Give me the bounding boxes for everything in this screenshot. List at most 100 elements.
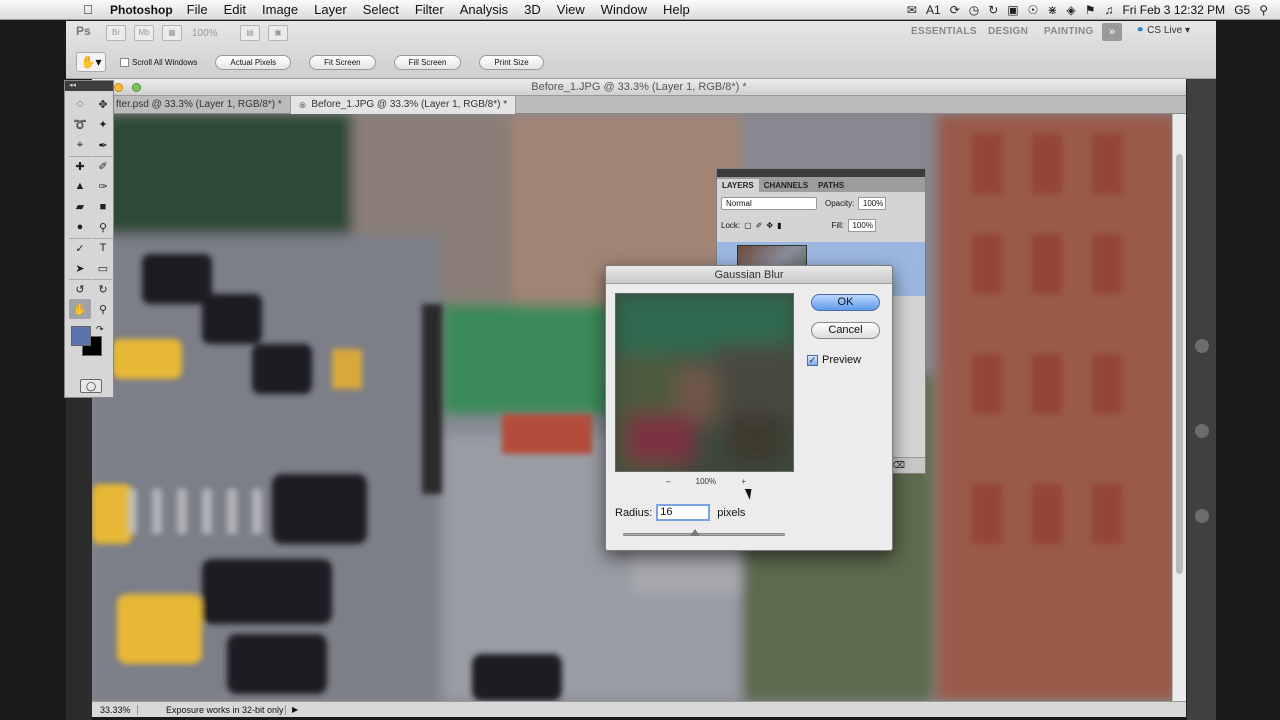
blur-preview[interactable] xyxy=(615,293,794,472)
lock-pixels-icon[interactable]: ✐ xyxy=(756,221,763,230)
fill-screen-button[interactable]: Fill Screen xyxy=(393,54,462,70)
cancel-button[interactable]: Cancel xyxy=(811,322,880,339)
menu-select[interactable]: Select xyxy=(355,2,407,17)
eyedropper-tool-icon[interactable]: ✒ xyxy=(92,135,114,155)
menu-layer[interactable]: Layer xyxy=(306,2,355,17)
clock[interactable]: Fri Feb 3 12:32 PM xyxy=(1122,3,1225,17)
print-size-button[interactable]: Print Size xyxy=(479,54,544,70)
3d-rotate-tool-icon[interactable]: ↺ xyxy=(69,278,91,299)
type-tool-icon[interactable]: T xyxy=(92,237,114,258)
tab-after-psd[interactable]: fter.psd @ 33.3% (Layer 1, RGB/8*) * xyxy=(92,96,291,114)
panel-icon[interactable] xyxy=(1195,424,1209,438)
tools-panel-header[interactable]: ◂◂ xyxy=(65,81,113,91)
history-brush-tool-icon[interactable]: ✑ xyxy=(92,176,114,196)
menu-window[interactable]: Window xyxy=(593,2,655,17)
move-tool-icon[interactable]: ✥ xyxy=(92,94,114,114)
user-menu[interactable]: G5 xyxy=(1234,3,1250,17)
time-machine-icon[interactable]: ◷ xyxy=(969,3,979,17)
mini-bridge-button[interactable]: Mb xyxy=(134,25,154,41)
mail-icon[interactable]: ✉ xyxy=(907,3,917,17)
bluetooth-icon[interactable]: ⋇ xyxy=(1047,3,1057,17)
eraser-tool-icon[interactable]: ▰ xyxy=(69,197,91,217)
accessibility-icon[interactable]: ☉ xyxy=(1028,3,1039,17)
adobe-updater-icon[interactable]: A1 xyxy=(926,3,941,17)
zoom-level[interactable]: 100% xyxy=(192,28,232,39)
apple-menu-icon[interactable]:  xyxy=(78,2,98,17)
cs-live-menu[interactable]: ⚭ CS Live ▾ xyxy=(1136,25,1190,36)
scroll-all-windows-checkbox[interactable]: Scroll All Windows xyxy=(120,57,197,67)
tab-before-jpg[interactable]: ⊗ Before_1.JPG @ 33.3% (Layer 1, RGB/8*)… xyxy=(290,96,517,114)
fit-screen-button[interactable]: Fit Screen xyxy=(309,54,376,70)
clone-stamp-tool-icon[interactable]: ▲ xyxy=(69,176,91,196)
gradient-tool-icon[interactable]: ■ xyxy=(92,197,114,217)
actual-pixels-button[interactable]: Actual Pixels xyxy=(215,54,292,70)
zoom-tool-icon[interactable]: ⚲ xyxy=(92,299,114,319)
ok-button[interactable]: OK xyxy=(811,294,880,311)
blend-mode-select[interactable]: Normal xyxy=(721,196,817,210)
status-zoom[interactable]: 33.33% xyxy=(92,704,138,715)
scrollbar-thumb[interactable] xyxy=(1176,154,1183,574)
brush-tool-icon[interactable]: ✐ xyxy=(92,155,114,176)
sync-icon[interactable]: ⟳ xyxy=(950,3,960,17)
path-selection-tool-icon[interactable]: ➤ xyxy=(69,258,91,278)
tab-layers[interactable]: LAYERS xyxy=(717,179,759,192)
opacity-field[interactable]: 100% xyxy=(858,196,887,210)
workspace-design[interactable]: DESIGN xyxy=(988,26,1028,37)
radius-input[interactable]: 16 xyxy=(656,504,711,521)
flag-icon[interactable]: ⚑ xyxy=(1085,3,1096,17)
healing-brush-tool-icon[interactable]: ✚ xyxy=(69,155,91,176)
menu-image[interactable]: Image xyxy=(254,2,306,17)
fill-field[interactable]: 100% xyxy=(847,218,876,232)
tab-channels[interactable]: CHANNELS xyxy=(759,179,813,192)
zoom-button[interactable] xyxy=(132,83,141,92)
display-icon[interactable]: ▣ xyxy=(1007,3,1018,17)
foreground-color-swatch[interactable] xyxy=(71,325,91,346)
app-menu[interactable]: Photoshop xyxy=(110,3,173,17)
screen-mode-button[interactable]: ▣ xyxy=(268,25,288,41)
workspace-essentials[interactable]: ESSENTIALS xyxy=(911,26,977,37)
refresh-icon[interactable]: ↻ xyxy=(988,3,998,17)
shape-tool-icon[interactable]: ▭ xyxy=(92,258,114,278)
quick-selection-tool-icon[interactable]: ✦ xyxy=(92,115,114,135)
menu-edit[interactable]: Edit xyxy=(216,2,254,17)
bridge-button[interactable]: Br xyxy=(106,25,126,41)
lock-transparency-icon[interactable]: ▢ xyxy=(744,221,752,230)
menu-file[interactable]: File xyxy=(179,2,216,17)
panel-icon[interactable] xyxy=(1195,339,1209,353)
tool-preset-picker[interactable]: ✋▾ xyxy=(76,52,106,72)
spotlight-icon[interactable]: ⚲ xyxy=(1259,3,1268,17)
lasso-tool-icon[interactable]: ➰ xyxy=(69,115,91,135)
checkbox-box[interactable] xyxy=(120,57,129,67)
quick-mask-icon[interactable]: ◯ xyxy=(80,379,102,393)
blur-tool-icon[interactable]: ● xyxy=(69,217,91,237)
layers-panel-header[interactable] xyxy=(717,169,925,177)
radius-slider-thumb[interactable] xyxy=(690,529,700,536)
zoom-out-button[interactable]: – xyxy=(666,477,670,486)
minimize-button[interactable] xyxy=(114,83,123,92)
checkmark-icon[interactable]: ✓ xyxy=(807,354,818,366)
menu-view[interactable]: View xyxy=(549,2,593,17)
menu-analysis[interactable]: Analysis xyxy=(452,2,516,17)
close-tab-icon[interactable]: ⊗ xyxy=(299,96,307,114)
trash-icon[interactable]: ⌫ xyxy=(892,460,905,471)
menu-help[interactable]: Help xyxy=(655,2,698,17)
crop-tool-icon[interactable]: ⌖ xyxy=(69,135,91,155)
panel-icon[interactable] xyxy=(1195,509,1209,523)
workspace-painting[interactable]: PAINTING xyxy=(1044,26,1093,37)
lock-position-icon[interactable]: ✥ xyxy=(766,221,773,230)
menu-filter[interactable]: Filter xyxy=(407,2,452,17)
more-workspaces-button[interactable]: » xyxy=(1102,23,1122,41)
swap-colors-icon[interactable]: ↷ xyxy=(96,324,104,335)
arrange-documents-button[interactable]: ▤ xyxy=(240,25,260,41)
status-menu-arrow-icon[interactable]: ▶ xyxy=(286,705,298,714)
preview-checkbox[interactable]: ✓ Preview xyxy=(807,354,861,366)
pen-tool-icon[interactable]: ✓ xyxy=(69,237,91,258)
vertical-scrollbar[interactable] xyxy=(1172,114,1186,701)
dodge-tool-icon[interactable]: ⚲ xyxy=(92,217,114,237)
wifi-icon[interactable]: ◈ xyxy=(1066,3,1075,17)
radius-slider-track[interactable] xyxy=(623,533,785,536)
zoom-in-button[interactable]: + xyxy=(741,477,746,486)
hand-tool-icon[interactable]: ✋ xyxy=(69,299,91,319)
marquee-tool-icon[interactable]: ◌ xyxy=(69,94,91,114)
view-extras-button[interactable]: ▦ xyxy=(162,25,182,41)
